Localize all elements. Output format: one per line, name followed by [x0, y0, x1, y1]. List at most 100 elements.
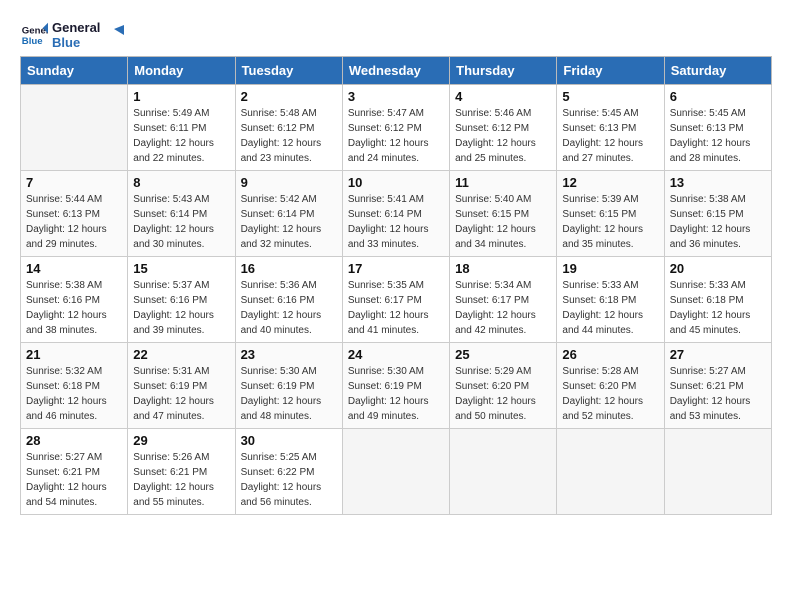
page-header: General Blue General Blue — [20, 20, 772, 50]
calendar-cell: 26 Sunrise: 5:28 AMSunset: 6:20 PMDayligh… — [557, 343, 664, 429]
calendar-cell: 23 Sunrise: 5:30 AMSunset: 6:19 PMDayligh… — [235, 343, 342, 429]
calendar-cell: 3 Sunrise: 5:47 AMSunset: 6:12 PMDaylight… — [342, 85, 449, 171]
logo-blue: Blue — [52, 35, 100, 50]
day-number: 19 — [562, 261, 658, 276]
calendar-cell: 16Sunrise: 5:36 AMSunset: 6:16 PMDayligh… — [235, 257, 342, 343]
day-number: 15 — [133, 261, 229, 276]
calendar-cell: 8 Sunrise: 5:43 AMSunset: 6:14 PMDaylight… — [128, 171, 235, 257]
day-info: Sunrise: 5:47 AMSunset: 6:12 PMDaylight:… — [348, 106, 444, 166]
calendar-cell: 18 Sunrise: 5:34 AMSunset: 6:17 PMDayligh… — [450, 257, 557, 343]
calendar-cell: 15 Sunrise: 5:37 AMSunset: 6:16 PMDayligh… — [128, 257, 235, 343]
day-info: Sunrise: 5:29 AMSunset: 6:20 PMDaylight:… — [455, 364, 551, 424]
calendar-cell: 13 Sunrise: 5:38 AMSunset: 6:15 PMDayligh… — [664, 171, 771, 257]
calendar-week-1: 1Sunrise: 5:49 AMSunset: 6:11 PMDaylight… — [21, 85, 772, 171]
calendar-week-4: 21 Sunrise: 5:32 AMSunset: 6:18 PMDayligh… — [21, 343, 772, 429]
calendar-cell: 5Sunrise: 5:45 AMSunset: 6:13 PMDaylight… — [557, 85, 664, 171]
day-info: Sunrise: 5:26 AMSunset: 6:21 PMDaylight:… — [133, 450, 229, 510]
day-number: 21 — [26, 347, 122, 362]
day-info: Sunrise: 5:33 AMSunset: 6:18 PMDaylight:… — [562, 278, 658, 338]
calendar-cell: 9Sunrise: 5:42 AMSunset: 6:14 PMDaylight… — [235, 171, 342, 257]
calendar-cell: 28 Sunrise: 5:27 AMSunset: 6:21 PMDayligh… — [21, 429, 128, 515]
day-info: Sunrise: 5:33 AMSunset: 6:18 PMDaylight:… — [670, 278, 766, 338]
day-info: Sunrise: 5:44 AMSunset: 6:13 PMDaylight:… — [26, 192, 122, 252]
calendar-cell: 14 Sunrise: 5:38 AMSunset: 6:16 PMDayligh… — [21, 257, 128, 343]
day-number: 23 — [241, 347, 337, 362]
calendar-header-row: SundayMondayTuesdayWednesdayThursdayFrid… — [21, 57, 772, 85]
calendar-cell: 17 Sunrise: 5:35 AMSunset: 6:17 PMDayligh… — [342, 257, 449, 343]
day-number: 27 — [670, 347, 766, 362]
day-number: 12 — [562, 175, 658, 190]
calendar-cell: 25 Sunrise: 5:29 AMSunset: 6:20 PMDayligh… — [450, 343, 557, 429]
weekday-header-friday: Friday — [557, 57, 664, 85]
calendar-body: 1Sunrise: 5:49 AMSunset: 6:11 PMDaylight… — [21, 85, 772, 515]
weekday-header-tuesday: Tuesday — [235, 57, 342, 85]
day-number: 6 — [670, 89, 766, 104]
day-info: Sunrise: 5:42 AMSunset: 6:14 PMDaylight:… — [241, 192, 337, 252]
calendar-cell: 7Sunrise: 5:44 AMSunset: 6:13 PMDaylight… — [21, 171, 128, 257]
day-info: Sunrise: 5:46 AMSunset: 6:12 PMDaylight:… — [455, 106, 551, 166]
calendar-cell: 11 Sunrise: 5:40 AMSunset: 6:15 PMDayligh… — [450, 171, 557, 257]
weekday-header-monday: Monday — [128, 57, 235, 85]
logo-general: General — [52, 20, 100, 35]
day-info: Sunrise: 5:28 AMSunset: 6:20 PMDaylight:… — [562, 364, 658, 424]
day-info: Sunrise: 5:40 AMSunset: 6:15 PMDaylight:… — [455, 192, 551, 252]
calendar-cell: 12 Sunrise: 5:39 AMSunset: 6:15 PMDayligh… — [557, 171, 664, 257]
day-number: 17 — [348, 261, 444, 276]
day-info: Sunrise: 5:39 AMSunset: 6:15 PMDaylight:… — [562, 192, 658, 252]
day-info: Sunrise: 5:35 AMSunset: 6:17 PMDaylight:… — [348, 278, 444, 338]
day-info: Sunrise: 5:43 AMSunset: 6:14 PMDaylight:… — [133, 192, 229, 252]
day-info: Sunrise: 5:34 AMSunset: 6:17 PMDaylight:… — [455, 278, 551, 338]
calendar-week-5: 28 Sunrise: 5:27 AMSunset: 6:21 PMDayligh… — [21, 429, 772, 515]
day-number: 11 — [455, 175, 551, 190]
day-info: Sunrise: 5:38 AMSunset: 6:15 PMDaylight:… — [670, 192, 766, 252]
day-number: 26 — [562, 347, 658, 362]
calendar-cell: 21 Sunrise: 5:32 AMSunset: 6:18 PMDayligh… — [21, 343, 128, 429]
day-number: 24 — [348, 347, 444, 362]
calendar-cell — [21, 85, 128, 171]
day-number: 18 — [455, 261, 551, 276]
day-number: 14 — [26, 261, 122, 276]
day-number: 28 — [26, 433, 122, 448]
day-number: 8 — [133, 175, 229, 190]
day-info: Sunrise: 5:37 AMSunset: 6:16 PMDaylight:… — [133, 278, 229, 338]
calendar-cell — [664, 429, 771, 515]
day-number: 29 — [133, 433, 229, 448]
calendar-cell: 19 Sunrise: 5:33 AMSunset: 6:18 PMDayligh… — [557, 257, 664, 343]
day-number: 4 — [455, 89, 551, 104]
day-info: Sunrise: 5:48 AMSunset: 6:12 PMDaylight:… — [241, 106, 337, 166]
day-info: Sunrise: 5:41 AMSunset: 6:14 PMDaylight:… — [348, 192, 444, 252]
weekday-header-sunday: Sunday — [21, 57, 128, 85]
weekday-header-wednesday: Wednesday — [342, 57, 449, 85]
calendar-cell — [450, 429, 557, 515]
day-number: 22 — [133, 347, 229, 362]
day-info: Sunrise: 5:45 AMSunset: 6:13 PMDaylight:… — [670, 106, 766, 166]
day-info: Sunrise: 5:31 AMSunset: 6:19 PMDaylight:… — [133, 364, 229, 424]
day-info: Sunrise: 5:49 AMSunset: 6:11 PMDaylight:… — [133, 106, 229, 166]
day-info: Sunrise: 5:45 AMSunset: 6:13 PMDaylight:… — [562, 106, 658, 166]
day-number: 10 — [348, 175, 444, 190]
calendar-cell: 4 Sunrise: 5:46 AMSunset: 6:12 PMDaylight… — [450, 85, 557, 171]
day-number: 20 — [670, 261, 766, 276]
day-number: 25 — [455, 347, 551, 362]
calendar-cell — [342, 429, 449, 515]
day-info: Sunrise: 5:30 AMSunset: 6:19 PMDaylight:… — [241, 364, 337, 424]
calendar-cell: 27Sunrise: 5:27 AMSunset: 6:21 PMDayligh… — [664, 343, 771, 429]
day-number: 30 — [241, 433, 337, 448]
svg-text:Blue: Blue — [22, 36, 43, 47]
calendar-cell: 29 Sunrise: 5:26 AMSunset: 6:21 PMDayligh… — [128, 429, 235, 515]
day-info: Sunrise: 5:38 AMSunset: 6:16 PMDaylight:… — [26, 278, 122, 338]
calendar-cell: 24Sunrise: 5:30 AMSunset: 6:19 PMDayligh… — [342, 343, 449, 429]
day-info: Sunrise: 5:27 AMSunset: 6:21 PMDaylight:… — [26, 450, 122, 510]
logo: General Blue General Blue — [20, 20, 124, 50]
logo-icon: General Blue — [20, 21, 48, 49]
day-number: 3 — [348, 89, 444, 104]
calendar-cell: 22 Sunrise: 5:31 AMSunset: 6:19 PMDayligh… — [128, 343, 235, 429]
calendar-week-2: 7Sunrise: 5:44 AMSunset: 6:13 PMDaylight… — [21, 171, 772, 257]
calendar-cell: 2Sunrise: 5:48 AMSunset: 6:12 PMDaylight… — [235, 85, 342, 171]
calendar-cell: 30Sunrise: 5:25 AMSunset: 6:22 PMDayligh… — [235, 429, 342, 515]
day-number: 13 — [670, 175, 766, 190]
day-info: Sunrise: 5:36 AMSunset: 6:16 PMDaylight:… — [241, 278, 337, 338]
calendar-cell: 6 Sunrise: 5:45 AMSunset: 6:13 PMDaylight… — [664, 85, 771, 171]
calendar-cell: 10 Sunrise: 5:41 AMSunset: 6:14 PMDayligh… — [342, 171, 449, 257]
day-info: Sunrise: 5:32 AMSunset: 6:18 PMDaylight:… — [26, 364, 122, 424]
